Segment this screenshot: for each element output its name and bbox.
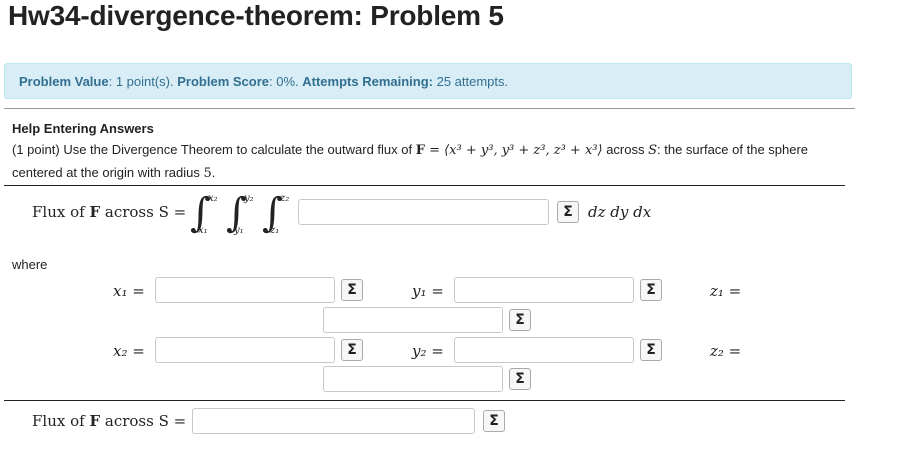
vector-field-symbol: F [415, 143, 425, 158]
z2-input[interactable] [323, 366, 503, 392]
y1-input[interactable] [454, 277, 634, 303]
y1-label: y₁ = [412, 282, 444, 300]
problem-status-bar: Problem Value: 1 point(s). Problem Score… [4, 63, 852, 99]
page-title: Hw34-divergence-theorem: Problem 5 [8, 0, 504, 31]
y1-equation-editor-button[interactable]: Σ [640, 279, 662, 301]
integral-lower-limit-z: z₁ [270, 225, 280, 236]
problem-text-part: . [211, 165, 216, 180]
differentials: dz dy dx [588, 203, 652, 221]
where-label: where [12, 257, 48, 272]
integral-upper-limit-y: y₂ [244, 193, 254, 204]
integral-lower-limit-y: y₁ [234, 225, 244, 236]
z2-label: z₂ = [710, 342, 742, 360]
vector-field-symbol: F [89, 203, 101, 221]
y2-equation-editor-button[interactable]: Σ [640, 339, 662, 361]
x1-equation-editor-button[interactable]: Σ [341, 279, 363, 301]
attempts-remaining-label: Attempts Remaining: [302, 74, 433, 89]
sphere-radius: 5 [203, 166, 212, 181]
problem-text-part: Use the Divergence Theorem to calculate … [59, 142, 416, 157]
divider [4, 185, 845, 186]
x1-label: x₁ = [113, 282, 145, 300]
problem-score-label: Problem Score [177, 74, 269, 89]
y2-label: y₂ = [412, 342, 444, 360]
flux-label-text: Flux of [32, 203, 90, 221]
integral-upper-limit-x: x₂ [208, 193, 218, 204]
x1-input[interactable] [155, 277, 335, 303]
problem-value-label: Problem Value [19, 74, 109, 89]
integrand-input[interactable] [298, 199, 549, 225]
flux-answer-input[interactable] [192, 408, 475, 434]
divider [4, 108, 855, 109]
problem-points: (1 point) [12, 142, 60, 157]
surface-symbol: S [648, 143, 657, 158]
attempts-remaining: 25 attempts. [432, 74, 509, 89]
divider [4, 400, 845, 401]
flux-answer-label: Flux of F across S = [32, 412, 186, 430]
flux-label-text: across S = [100, 203, 187, 221]
problem-score: : 0%. [269, 74, 303, 89]
x2-input[interactable] [155, 337, 335, 363]
z1-input[interactable] [323, 307, 503, 333]
x2-equation-editor-button[interactable]: Σ [341, 339, 363, 361]
problem-text-part: across [602, 142, 649, 157]
integral-upper-limit-z: z₂ [280, 193, 290, 204]
z2-equation-editor-button[interactable]: Σ [509, 368, 531, 390]
y2-input[interactable] [454, 337, 634, 363]
vector-field-symbol: F [89, 412, 101, 430]
z1-equation-editor-button[interactable]: Σ [509, 309, 531, 331]
flux-answer-equation-editor-button[interactable]: Σ [483, 410, 505, 432]
problem-value: : 1 point(s). [108, 74, 178, 89]
integrand-equation-editor-button[interactable]: Σ [557, 201, 579, 223]
integral-lower-limit-x: x₁ [198, 225, 208, 236]
flux-label-text: across S = [100, 412, 187, 430]
problem-statement: (1 point) Use the Divergence Theorem to … [12, 139, 842, 185]
flux-label-text: Flux of [32, 412, 90, 430]
x2-label: x₂ = [113, 342, 145, 360]
help-entering-answers-link[interactable]: Help Entering Answers [12, 121, 154, 136]
vector-field-definition: = ⟨x³ + y³, y³ + z³, z³ + x³⟩ [424, 143, 603, 158]
flux-integral-label: Flux of F across S = [32, 203, 186, 221]
z1-label: z₁ = [710, 282, 742, 300]
